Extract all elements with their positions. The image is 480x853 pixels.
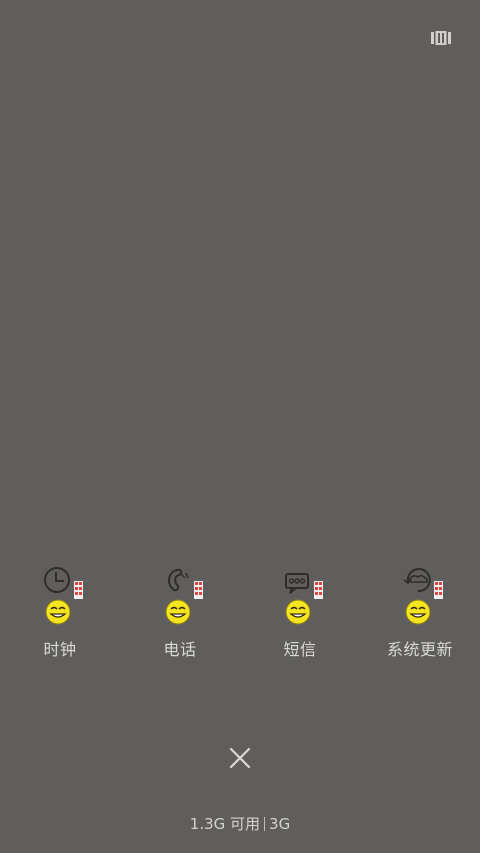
recent-app-clock[interactable]: 时钟 (0, 562, 120, 662)
recent-app-messages[interactable]: 短信 (240, 562, 360, 662)
stamp-icon (194, 581, 203, 599)
stamp-icon (74, 581, 83, 599)
smiley-face-icon (285, 599, 311, 625)
close-icon (229, 747, 251, 769)
phone-icon (165, 568, 203, 625)
layout-toggle-button[interactable] (428, 28, 454, 48)
recent-apps-list: 时钟 电话 短信 系统更新 (0, 562, 480, 662)
layout-toggle-icon (431, 31, 451, 45)
stamp-icon (434, 581, 443, 599)
memory-available: 1.3G 可用 (189, 815, 261, 833)
recent-app-system-update[interactable]: 系统更新 (360, 562, 480, 662)
memory-total: 3G (269, 815, 291, 833)
stamp-icon (314, 581, 323, 599)
memory-info: 1.3G 可用 3G (0, 814, 480, 834)
recent-app-label: 时钟 (43, 640, 77, 659)
recent-app-label: 电话 (163, 640, 197, 659)
smiley-face-icon (405, 599, 431, 625)
recent-app-phone[interactable]: 电话 (120, 562, 240, 662)
smiley-face-icon (165, 599, 191, 625)
clear-all-button[interactable] (224, 742, 256, 774)
memory-separator (264, 817, 266, 831)
recent-app-label: 系统更新 (386, 640, 453, 659)
recent-app-label: 短信 (283, 640, 317, 659)
smiley-face-icon (45, 599, 71, 625)
system-update-icon (403, 568, 443, 625)
clock-icon (44, 567, 83, 625)
message-icon (285, 573, 323, 625)
